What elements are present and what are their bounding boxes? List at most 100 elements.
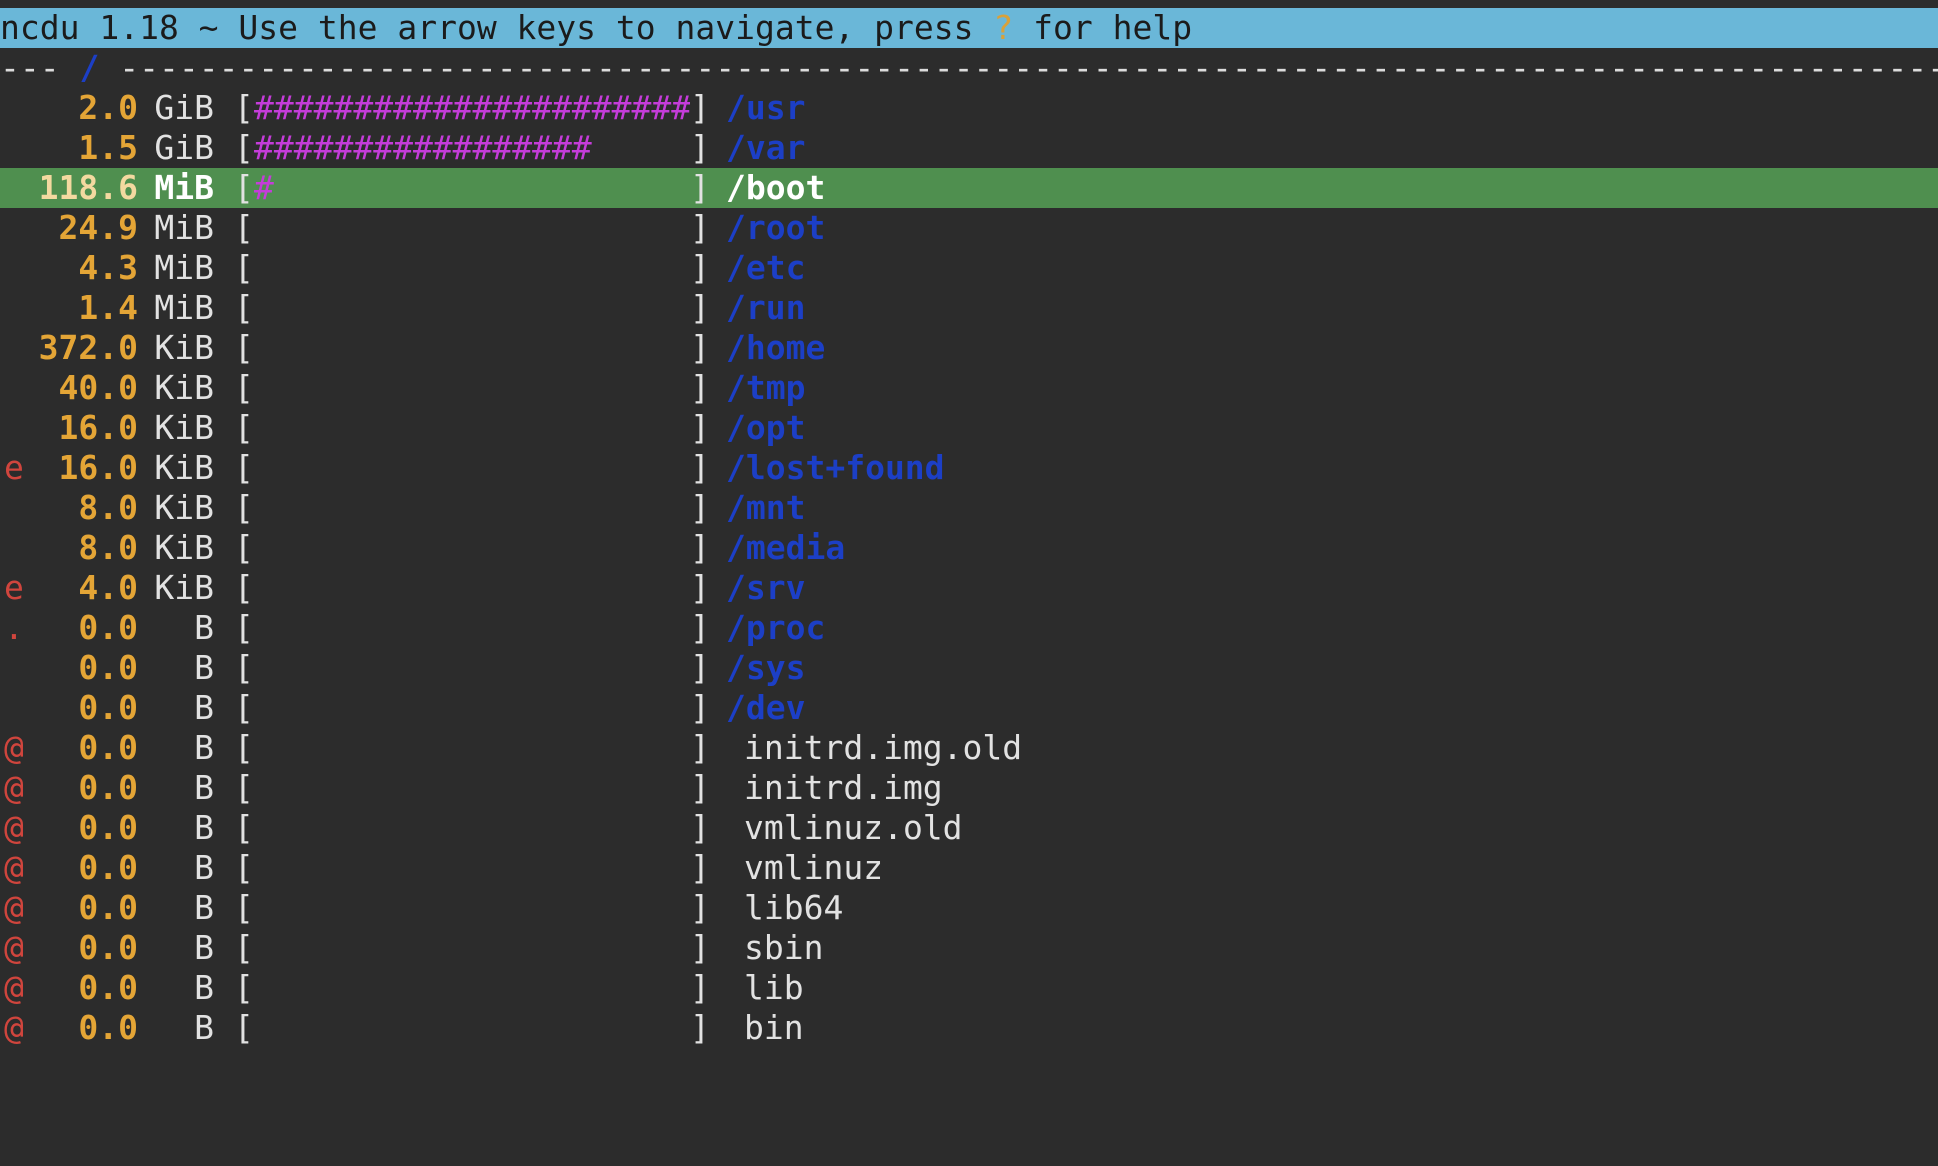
entry-size: 0.0 [78, 848, 138, 887]
bar-left-bracket: [ [234, 168, 254, 207]
entry-directory-name: /root [726, 208, 826, 247]
entry-unit: GiB [154, 128, 214, 167]
list-item[interactable]: @0.0 B [] initrd.img [0, 768, 1938, 808]
entry-size: 0.0 [78, 1008, 138, 1047]
entry-size: 0.0 [78, 648, 138, 687]
list-item[interactable]: 8.0 KiB [] /mnt [0, 488, 1938, 528]
help-key-hint[interactable]: ? [993, 8, 1013, 47]
path-left-dashes: --- [0, 48, 80, 87]
bar-left-bracket: [ [234, 88, 254, 127]
entry-unit: B [194, 728, 214, 767]
entry-size: 2.0 [78, 88, 138, 127]
directory-listing: 2.0 GiB[#######################]/usr 1.5 Gi… [0, 88, 1938, 1048]
list-item[interactable]: @0.0 B [] initrd.img.old [0, 728, 1938, 768]
bar-left-bracket: [ [234, 848, 254, 887]
list-item[interactable]: 0.0 B [] /sys [0, 648, 1938, 688]
bar-right-bracket: ] [690, 248, 710, 287]
bar-right-bracket: ] [690, 728, 710, 767]
entry-size: 24.9 [58, 208, 138, 247]
list-item[interactable]: e 16.0 KiB [] /lost+found [0, 448, 1938, 488]
entry-file-name: initrd.img.old [744, 728, 1023, 767]
entry-size: 0.0 [78, 968, 138, 1007]
list-item[interactable]: @0.0 B [] vmlinuz [0, 848, 1938, 888]
bar-left-bracket: [ [234, 1008, 254, 1047]
list-item[interactable]: 0.0 B [] /dev [0, 688, 1938, 728]
entry-size: 8.0 [78, 528, 138, 567]
entry-directory-name: /var [726, 128, 806, 167]
entry-flag: . [4, 608, 24, 647]
bar-right-bracket: ] [690, 848, 710, 887]
list-item[interactable]: @0.0 B [] bin [0, 1008, 1938, 1048]
entry-directory-name: /etc [726, 248, 806, 287]
entry-file-name: vmlinuz [744, 848, 884, 887]
entry-unit: MiB [154, 208, 214, 247]
list-item[interactable]: @0.0 B [] lib64 [0, 888, 1938, 928]
entry-directory-name: /usr [726, 88, 806, 127]
bar-right-bracket: ] [690, 528, 710, 567]
entry-directory-name: /home [726, 328, 826, 367]
entry-file-name: bin [744, 1008, 804, 1047]
list-item[interactable]: 8.0 KiB [] /media [0, 528, 1938, 568]
bar-right-bracket: ] [690, 328, 710, 367]
entry-unit: GiB [154, 88, 214, 127]
entry-flag: e [4, 448, 24, 487]
list-item[interactable]: e 4.0 KiB [] /srv [0, 568, 1938, 608]
entry-unit: B [194, 1008, 214, 1047]
entry-unit: KiB [154, 488, 214, 527]
bar-left-bracket: [ [234, 488, 254, 527]
title-tail: for help [1013, 8, 1193, 47]
list-item[interactable]: 1.5 GiB [#################] /var [0, 128, 1938, 168]
entry-size: 0.0 [78, 928, 138, 967]
list-item[interactable]: 2.0 GiB [#######################] /usr [0, 88, 1938, 128]
entry-unit: MiB [154, 248, 214, 287]
bar-right-bracket: ] [690, 568, 710, 607]
entry-unit: B [194, 768, 214, 807]
entry-directory-name: /lost+found [726, 448, 945, 487]
entry-size: 1.4 [78, 288, 138, 327]
bar-left-bracket: [ [234, 248, 254, 287]
bar-right-bracket: ] [690, 448, 710, 487]
bar-left-bracket: [ [234, 448, 254, 487]
bar-left-bracket: [ [234, 368, 254, 407]
bar-left-bracket: [ [234, 888, 254, 927]
entry-unit: B [194, 848, 214, 887]
bar-left-bracket: [ [234, 688, 254, 727]
list-item[interactable]: @0.0 B [] lib [0, 968, 1938, 1008]
entry-size: 0.0 [78, 768, 138, 807]
list-item[interactable]: 16.0 KiB [] /opt [0, 408, 1938, 448]
entry-unit: KiB [154, 328, 214, 367]
list-item[interactable]: 40.0 KiB [] /tmp [0, 368, 1938, 408]
entry-directory-name: /media [726, 528, 846, 567]
entry-unit: B [194, 808, 214, 847]
bar-right-bracket: ] [690, 408, 710, 447]
bar-right-bracket: ] [690, 808, 710, 847]
entry-flag: @ [4, 928, 24, 967]
list-item[interactable]: 1.4 MiB [] /run [0, 288, 1938, 328]
entry-directory-name: /sys [726, 648, 806, 687]
bar-left-bracket: [ [234, 968, 254, 1007]
entry-unit: KiB [154, 568, 214, 607]
list-item[interactable]: @0.0 B [] vmlinuz.old [0, 808, 1938, 848]
entry-unit: B [194, 688, 214, 727]
terminal-top-edge [0, 0, 1938, 8]
bar-right-bracket: ] [690, 768, 710, 807]
entry-directory-name: /tmp [726, 368, 806, 407]
entry-unit: B [194, 608, 214, 647]
list-item[interactable]: 118.6 MiB [#] /boot [0, 168, 1938, 208]
bar-right-bracket: ] [690, 208, 710, 247]
title-bar: ncdu 1.18 ~ Use the arrow keys to naviga… [0, 8, 1938, 48]
entry-file-name: lib [744, 968, 804, 1007]
bar-right-bracket: ] [690, 128, 710, 167]
list-item[interactable]: @0.0 B [] sbin [0, 928, 1938, 968]
entry-unit: B [194, 648, 214, 687]
bar-left-bracket: [ [234, 328, 254, 367]
list-item[interactable]: 4.3 MiB [] /etc [0, 248, 1938, 288]
bar-right-bracket: ] [690, 968, 710, 1007]
entry-size: 16.0 [58, 408, 138, 447]
list-item[interactable]: . 0.0 B [] /proc [0, 608, 1938, 648]
bar-right-bracket: ] [690, 608, 710, 647]
entry-flag: @ [4, 848, 24, 887]
entry-unit: B [194, 968, 214, 1007]
list-item[interactable]: 24.9 MiB [] /root [0, 208, 1938, 248]
list-item[interactable]: 372.0 KiB [] /home [0, 328, 1938, 368]
